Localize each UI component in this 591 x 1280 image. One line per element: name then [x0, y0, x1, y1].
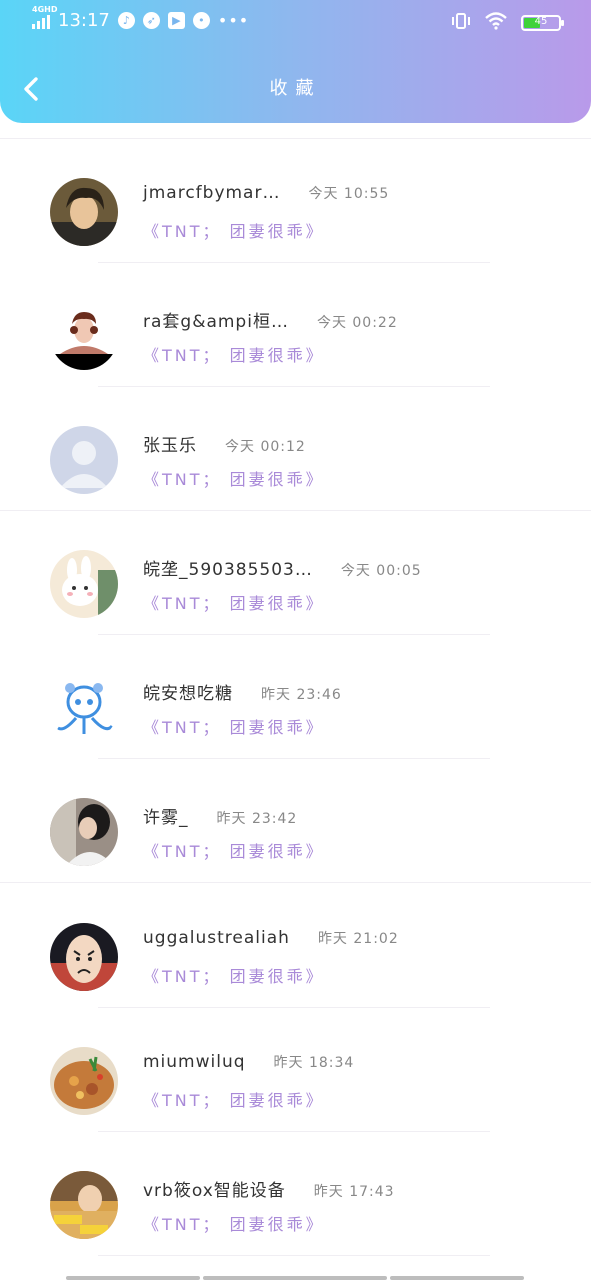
vibrate-icon: [451, 12, 471, 34]
item-book-title[interactable]: 《TNT； 团妻很乖》: [143, 590, 325, 614]
item-time: 今天 10:55: [308, 186, 390, 202]
item-book-title[interactable]: 《TNT； 团妻很乖》: [143, 466, 325, 490]
more-notifications-icon: •••: [217, 11, 250, 30]
list-item[interactable]: vrb筱ox智能设备 昨天 17:43 《TNT； 团妻很乖》: [0, 1132, 591, 1256]
list-item[interactable]: 皖安想吃糖 昨天 23:46 《TNT； 团妻很乖》: [0, 635, 591, 759]
item-time: 昨天 23:46: [261, 687, 342, 703]
list-item[interactable]: miumwiluq 昨天 18:34 《TNT； 团妻很乖》: [0, 1008, 591, 1132]
item-name: ra套g&ampi桓…: [143, 312, 289, 332]
list-item[interactable]: ra套g&ampi桓… 今天 00:22 《TNT； 团妻很乖》: [0, 263, 591, 387]
wifi-icon: [485, 12, 507, 34]
item-time: 今天 00:22: [316, 315, 398, 331]
item-time: 昨天 18:34: [273, 1055, 355, 1071]
list-item[interactable]: 张玉乐 今天 00:12 《TNT； 团妻很乖》: [0, 387, 591, 511]
avatar[interactable]: [50, 426, 118, 494]
item-book-title[interactable]: 《TNT； 团妻很乖》: [143, 218, 325, 242]
item-name: miumwiluq: [143, 1052, 246, 1072]
avatar[interactable]: [50, 1171, 118, 1239]
avatar[interactable]: [50, 798, 118, 866]
list-item[interactable]: 皖垄_590385503… 今天 00:05 《TNT； 团妻很乖》: [0, 511, 591, 635]
list-item[interactable]: jmarcfbymar… 今天 10:55 《TNT； 团妻很乖》: [0, 139, 591, 263]
network-type: 4GHD: [32, 4, 58, 14]
item-name: 皖垄_590385503…: [143, 560, 313, 580]
list-item[interactable]: uggalustrealiah 昨天 21:02 《TNT； 团妻很乖》: [0, 884, 591, 1008]
item-time: 昨天 17:43: [313, 1184, 395, 1200]
status-bar: 4GHD 13:17 ♪ ➶ ▶ • ••• 45: [0, 0, 591, 44]
compass-app-icon: ➶: [142, 12, 160, 29]
signal-icon: 4GHD: [32, 5, 57, 29]
item-book-title[interactable]: 《TNT； 团妻很乖》: [143, 342, 325, 366]
page-title: 收藏: [269, 78, 322, 99]
avatar[interactable]: [50, 178, 118, 246]
item-name: 张玉乐: [143, 436, 197, 456]
header-bar: 4GHD 13:17 ♪ ➶ ▶ • ••• 45 收藏: [0, 0, 591, 123]
item-book-title[interactable]: 《TNT； 团妻很乖》: [143, 1087, 325, 1111]
item-name: 许雾_: [143, 808, 189, 828]
battery-icon: 45: [521, 15, 564, 31]
item-name: uggalustrealiah: [143, 928, 290, 948]
avatar[interactable]: [50, 1047, 118, 1115]
list-item[interactable]: 许雾_ 昨天 23:42 《TNT； 团妻很乖》: [0, 759, 591, 883]
bottom-scroll-indicator: [66, 1276, 524, 1280]
item-book-title[interactable]: 《TNT； 团妻很乖》: [143, 963, 325, 987]
item-time: 今天 00:05: [340, 563, 422, 579]
item-name: 皖安想吃糖: [143, 684, 233, 704]
avatar[interactable]: [50, 674, 118, 742]
item-time: 昨天 23:42: [216, 811, 298, 827]
item-time: 今天 00:12: [225, 439, 306, 455]
avatar[interactable]: [50, 302, 118, 370]
battery-level: 45: [534, 16, 548, 27]
avatar[interactable]: [50, 923, 118, 991]
favorites-list: jmarcfbymar… 今天 10:55 《TNT； 团妻很乖》 ra套g&a…: [0, 138, 591, 1268]
item-name: vrb筱ox智能设备: [143, 1181, 286, 1201]
item-book-title[interactable]: 《TNT； 团妻很乖》: [143, 714, 325, 738]
item-name: jmarcfbymar…: [143, 183, 281, 203]
divider: [98, 1255, 490, 1256]
item-book-title[interactable]: 《TNT； 团妻很乖》: [143, 838, 325, 862]
message-app-icon: •: [192, 12, 210, 29]
item-time: 昨天 21:02: [317, 931, 399, 947]
item-book-title[interactable]: 《TNT； 团妻很乖》: [143, 1211, 325, 1235]
status-time: 13:17: [58, 10, 110, 31]
video-app-icon: ▶: [167, 12, 185, 29]
divider: [0, 882, 591, 883]
avatar[interactable]: [50, 550, 118, 618]
music-app-icon: ♪: [117, 12, 135, 29]
